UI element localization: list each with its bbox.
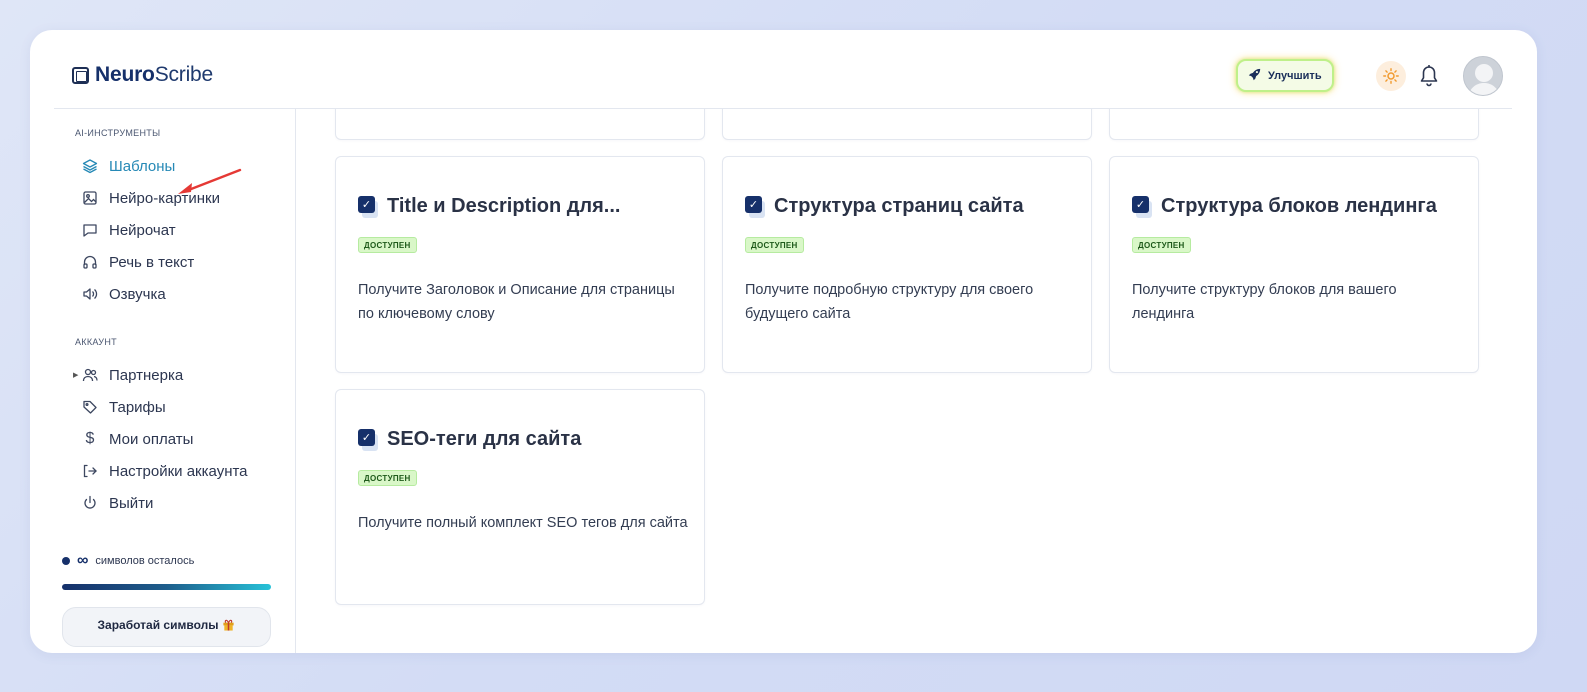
template-card-partial[interactable]: [1109, 109, 1479, 140]
sidebar-item-account-settings[interactable]: Настройки аккаунта: [82, 458, 248, 484]
card-title-text: Структура страниц сайта: [774, 195, 1024, 217]
chat-icon: [82, 222, 98, 238]
sidebar-item-label: Озвучка: [109, 285, 166, 303]
template-card-seo-tags[interactable]: ✓ SEO-теги для сайта ДОСТУПЕН Получите п…: [335, 389, 705, 605]
card-title: ✓ SEO-теги для сайта: [358, 428, 581, 451]
sidebar-item-templates[interactable]: Шаблоны: [82, 153, 175, 179]
status-badge: ДОСТУПЕН: [358, 237, 417, 253]
power-icon: [82, 495, 98, 511]
sidebar-item-label: Мои оплаты: [109, 430, 194, 448]
infinity-symbol: ∞: [77, 552, 89, 569]
sidebar-item-label: Партнерка: [109, 366, 184, 384]
gift-icon: [222, 618, 235, 634]
speaker-icon: [82, 286, 98, 302]
template-card-partial[interactable]: [722, 109, 1092, 140]
sidebar-item-label: Шаблоны: [109, 157, 176, 175]
symbols-remaining: ∞ символов осталось: [62, 552, 195, 569]
avatar[interactable]: [1463, 56, 1503, 96]
sidebar-item-label: Выйти: [109, 494, 154, 512]
symbols-progress-bar: [62, 584, 271, 590]
template-card-site-structure[interactable]: ✓ Структура страниц сайта ДОСТУПЕН Получ…: [722, 156, 1092, 373]
template-card-title-description[interactable]: ✓ Title и Description для... ДОСТУПЕН По…: [335, 156, 705, 373]
headphones-icon: [82, 254, 98, 270]
card-description: Получите подробную структуру для своего …: [745, 282, 1034, 322]
status-dot: [62, 557, 70, 565]
sidebar-item-label: Нейро-картинки: [109, 189, 220, 207]
checkbox-icon: ✓: [1132, 195, 1152, 218]
sidebar-item-label: Тарифы: [109, 398, 166, 416]
checkbox-icon: ✓: [745, 195, 765, 218]
layers-icon: [82, 158, 98, 174]
section-label-ai-tools: AI-ИНСТРУМЕНТЫ: [75, 128, 161, 138]
card-title-text: Структура блоков лендинга: [1161, 195, 1437, 217]
status-badge: ДОСТУПЕН: [745, 237, 804, 253]
logo-text: NeuroScribe: [95, 63, 214, 86]
sidebar-item-label: Речь в текст: [109, 253, 195, 271]
sidebar-item-neurochat[interactable]: Нейрочат: [82, 217, 176, 243]
sidebar: AI-ИНСТРУМЕНТЫ Шаблоны Нейро-картинки Не…: [54, 109, 296, 653]
section-label-account: АККАУНТ: [75, 337, 117, 347]
caret-right-icon: ▶: [73, 372, 79, 379]
symbols-label: символов осталось: [95, 555, 195, 567]
tag-icon: [82, 399, 98, 415]
card-description: Получите Заголовок и Описание для страни…: [358, 282, 675, 322]
sidebar-item-partner[interactable]: ▶ Партнерка: [73, 362, 184, 388]
card-description: Получите структуру блоков для вашего лен…: [1132, 282, 1397, 322]
card-title: ✓ Title и Description для...: [358, 195, 620, 218]
upgrade-button[interactable]: Улучшить: [1236, 59, 1334, 92]
card-title-text: Title и Description для...: [387, 195, 621, 217]
sidebar-item-neuro-images[interactable]: Нейро-картинки: [82, 185, 220, 211]
status-badge: ДОСТУПЕН: [358, 470, 417, 486]
card-description: Получите полный комплект SEO тегов для с…: [358, 515, 688, 531]
app-window: NeuroScribe Улучшить AI-ИНСТРУМЕНТЫ Шабл…: [30, 30, 1537, 653]
templates-grid: ✓ Title и Description для... ДОСТУПЕН По…: [296, 109, 1512, 628]
logo[interactable]: NeuroScribe: [72, 63, 213, 87]
dollar-icon: $: [85, 430, 95, 447]
image-icon: [82, 190, 98, 206]
status-badge: ДОСТУПЕН: [1132, 237, 1191, 253]
bell-icon[interactable]: [1418, 64, 1440, 88]
sidebar-item-payments[interactable]: $ Мои оплаты: [82, 426, 194, 452]
sidebar-item-voiceover[interactable]: Озвучка: [82, 281, 166, 307]
card-title: ✓ Структура блоков лендинга: [1132, 195, 1437, 218]
settings-icon: [82, 463, 98, 479]
logo-icon: [72, 66, 89, 84]
theme-toggle-sun-icon[interactable]: [1376, 61, 1406, 91]
card-title: ✓ Структура страниц сайта: [745, 195, 1024, 218]
checkbox-icon: ✓: [358, 428, 378, 451]
sidebar-item-label: Нейрочат: [109, 221, 176, 239]
rocket-icon: [1248, 68, 1261, 84]
upgrade-label: Улучшить: [1268, 69, 1322, 82]
sidebar-item-logout[interactable]: Выйти: [82, 490, 153, 516]
sidebar-item-label: Настройки аккаунта: [109, 462, 248, 480]
checkbox-icon: ✓: [358, 195, 378, 218]
card-title-text: SEO-теги для сайта: [387, 428, 582, 450]
earn-symbols-button[interactable]: Заработай символы: [62, 607, 271, 647]
users-icon: [82, 367, 98, 383]
sidebar-item-tariffs[interactable]: Тарифы: [82, 394, 166, 420]
template-card-landing-blocks[interactable]: ✓ Структура блоков лендинга ДОСТУПЕН Пол…: [1109, 156, 1479, 373]
top-header: NeuroScribe Улучшить: [54, 30, 1512, 109]
sidebar-item-speech-to-text[interactable]: Речь в текст: [82, 249, 194, 275]
earn-label: Заработай символы: [97, 618, 219, 632]
template-card-partial[interactable]: [335, 109, 705, 140]
